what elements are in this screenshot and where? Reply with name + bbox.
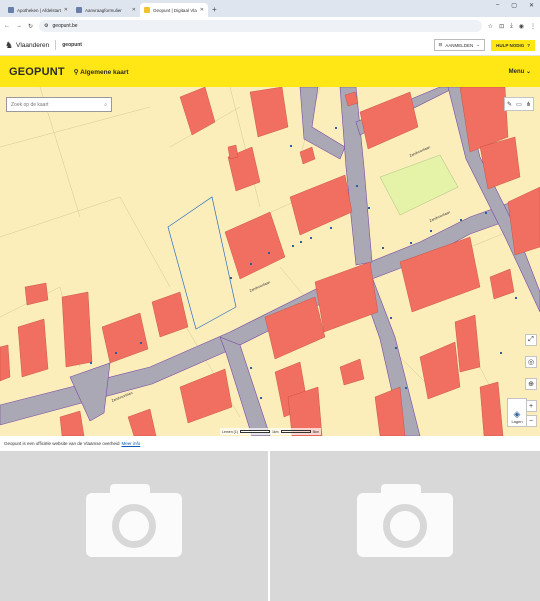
scale-segment — [280, 430, 311, 433]
locate-icon[interactable]: ◎ — [525, 356, 537, 368]
layers-button[interactable]: ◈ Lagen — [507, 398, 527, 427]
chevron-down-icon: ⌄ — [476, 42, 481, 47]
browser-toolbar: ← → ↻ ⚙ geopunt.be ☆ ⊡ ⤓ ◉ ⋮ — [0, 17, 540, 35]
draw-pencil-icon[interactable]: ✎ — [507, 101, 512, 108]
tab-close-icon[interactable]: ✕ — [132, 7, 136, 13]
flemish-lion-logo-icon[interactable]: ♞ — [5, 39, 13, 51]
scale-label-mid: 1km — [271, 429, 279, 434]
close-window-button[interactable]: ✕ — [529, 2, 534, 9]
tab-favicon-icon — [76, 7, 82, 13]
help-label: HULP NODIG — [496, 42, 525, 48]
extensions-icon[interactable]: ⊡ — [499, 23, 504, 30]
camera-lens — [383, 504, 427, 548]
more-info-link[interactable]: Meer info — [122, 441, 141, 446]
map-title[interactable]: ⚲ Algemene kaart — [74, 68, 129, 76]
camera-top — [110, 484, 150, 496]
camera-icon — [357, 484, 453, 557]
compass-icon[interactable]: ⊕ — [525, 378, 537, 390]
map-graphic: Zandvoortlaan Zandvoortlaan Zandvoortlaa… — [0, 87, 540, 436]
back-arrow-icon[interactable]: ← — [4, 23, 10, 29]
tab-label: Aanvraagformulier — [85, 7, 122, 13]
question-icon: ? — [527, 42, 530, 48]
new-tab-button[interactable]: + — [212, 3, 217, 17]
tab-label: Geopunt | Digitaal Vlaanderen — [153, 7, 197, 13]
tab-close-icon[interactable]: ✕ — [200, 7, 204, 13]
camera-lens — [112, 504, 156, 548]
browser-tab-strip: Apotheken | Afdelstart ✕ Aanvraagformuli… — [0, 0, 540, 17]
layers-icon: ◈ — [513, 409, 521, 419]
org-name[interactable]: Vlaanderen — [16, 42, 49, 49]
login-label: AANMELDEN — [445, 42, 474, 48]
scale-label: Lemen (1) — [222, 429, 238, 434]
url-text: geopunt.be — [52, 23, 78, 29]
tab-close-icon[interactable]: ✕ — [64, 7, 68, 13]
bookmark-star-icon[interactable]: ☆ — [488, 23, 493, 30]
image-placeholder — [0, 451, 268, 601]
tab-favicon-icon — [144, 7, 150, 13]
header-actions: ⊟ AANMELDEN ⌄ HULP NODIG ? — [433, 39, 535, 51]
address-bar[interactable]: ⚙ geopunt.be — [39, 20, 482, 32]
map-tools: ✎ ▭ ⋔ — [504, 97, 534, 111]
geopunt-bar: GEOPUNT ⚲ Algemene kaart Menu ⌄ — [0, 56, 540, 87]
search-placeholder: Zoek op de kaart — [11, 101, 49, 108]
site-info-icon[interactable]: ⚙ — [44, 23, 48, 29]
camera-top — [381, 484, 421, 496]
camera-icon — [86, 484, 182, 557]
browser-tab-active[interactable]: Geopunt | Digitaal Vlaanderen ✕ — [140, 3, 208, 17]
map-title-label: Algemene kaart — [80, 68, 129, 76]
menu-label: Menu — [508, 69, 525, 75]
reload-icon[interactable]: ↻ — [28, 23, 33, 30]
site-footer: Geopunt is een officiële website van de … — [0, 436, 540, 450]
street-label: Zandvoortlaan — [429, 210, 451, 223]
chevron-down-icon: ⌄ — [525, 69, 531, 75]
tab-label: Apotheken | Afdelstart — [17, 7, 61, 13]
street-label: Zandvoortlaan — [409, 145, 431, 158]
site-header: ♞ Vlaanderen geopunt ⊟ AANMELDEN ⌄ HULP … — [0, 35, 540, 56]
browser-tab[interactable]: Apotheken | Afdelstart ✕ — [4, 3, 72, 17]
layers-label: Lagen — [511, 419, 523, 424]
map-canvas[interactable]: Zandvoortlaan Zandvoortlaan Zandvoortlaa… — [0, 87, 540, 436]
footer-text: Geopunt is een officiële website van de … — [4, 440, 120, 446]
profile-avatar-icon[interactable]: ◉ — [519, 23, 524, 30]
login-button[interactable]: ⊟ AANMELDEN ⌄ — [433, 39, 486, 51]
camera-lens-inner — [400, 520, 412, 532]
scale-segment — [239, 430, 270, 433]
tab-favicon-icon — [8, 7, 14, 13]
browser-menu-icon[interactable]: ⋮ — [530, 23, 536, 30]
login-icon: ⊟ — [438, 42, 443, 47]
screen: Apotheken | Afdelstart ✕ Aanvraagformuli… — [0, 0, 540, 601]
browser-tab[interactable]: Aanvraagformulier ✕ — [72, 3, 140, 17]
forward-arrow-icon[interactable]: → — [16, 23, 22, 29]
scale-bar: Lemen (1) 1km 5km — [220, 428, 322, 435]
geopunt-logo[interactable]: GEOPUNT — [9, 66, 65, 78]
window-controls: – ▢ ✕ — [496, 2, 534, 9]
maximize-button[interactable]: ▢ — [511, 2, 517, 9]
camera-lens-inner — [129, 520, 141, 532]
map-search-input[interactable]: Zoek op de kaart ⌕ — [6, 97, 112, 112]
toolbar-actions: ☆ ⊡ ⤓ ◉ ⋮ — [488, 23, 536, 30]
site-name[interactable]: geopunt — [62, 42, 82, 48]
fullscreen-icon[interactable]: ⤢ — [525, 334, 537, 346]
share-icon[interactable]: ⋔ — [526, 101, 531, 108]
minimize-button[interactable]: – — [496, 2, 499, 9]
download-icon[interactable]: ⤓ — [510, 23, 513, 30]
search-icon[interactable]: ⌕ — [104, 102, 107, 108]
scale-label-end: 5km — [312, 429, 320, 434]
header-divider — [55, 40, 57, 50]
menu-button[interactable]: Menu ⌄ — [509, 68, 531, 75]
street-label: Zandvoortlaan — [249, 280, 271, 293]
measure-ruler-icon[interactable]: ▭ — [516, 101, 522, 108]
image-placeholder — [270, 451, 540, 601]
green-area — [379, 154, 459, 216]
help-button[interactable]: HULP NODIG ? — [491, 39, 535, 51]
